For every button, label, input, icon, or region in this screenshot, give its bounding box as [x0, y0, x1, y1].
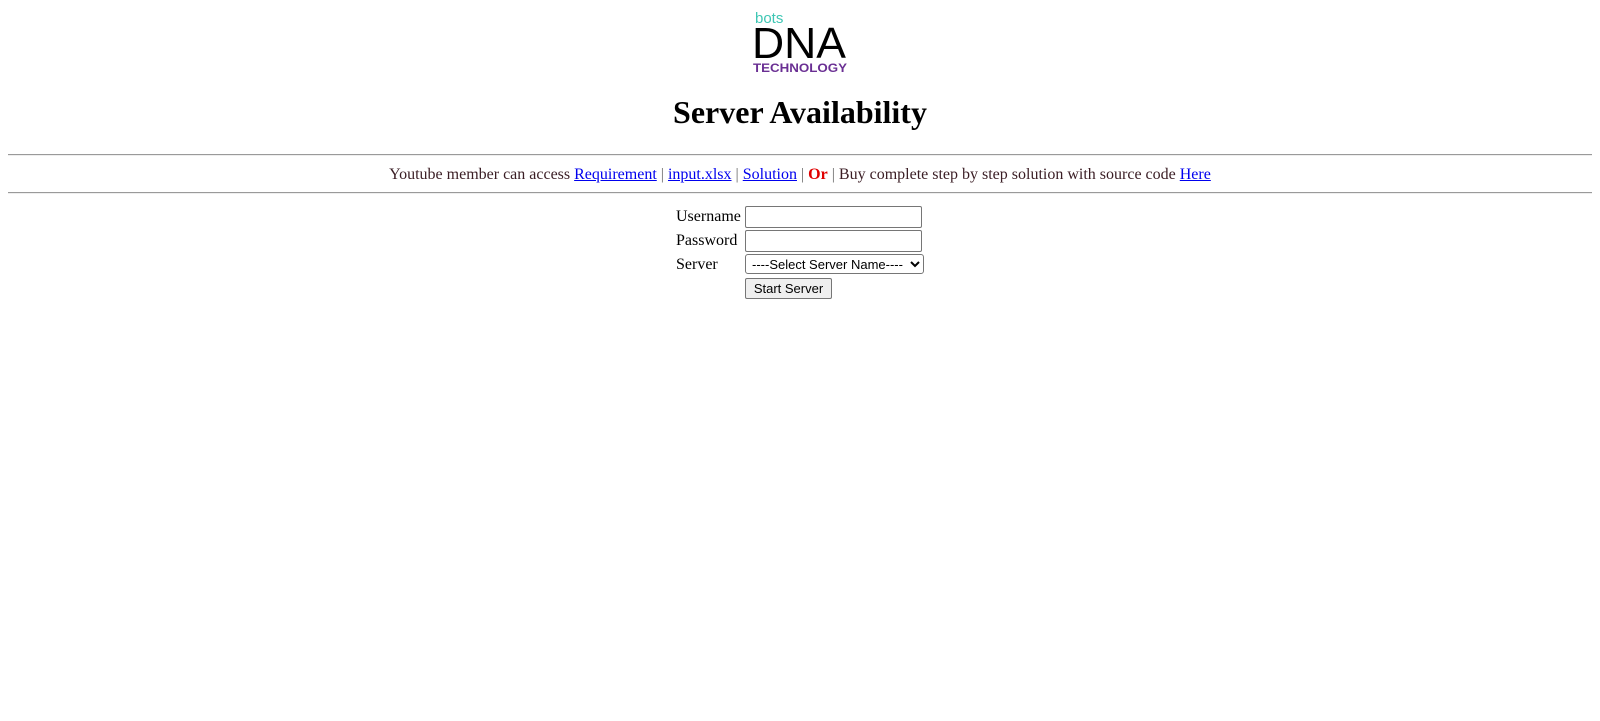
solution-link[interactable]: Solution	[743, 166, 797, 183]
username-input[interactable]	[745, 206, 922, 228]
page-title: Server Availability	[673, 94, 927, 130]
server-select[interactable]: ----Select Server Name----	[745, 254, 924, 274]
requirement-link[interactable]: Requirement	[574, 166, 657, 183]
logo-bottom-text: TECHNOLOGY	[753, 61, 847, 74]
separator: |	[660, 166, 664, 183]
password-input[interactable]	[745, 230, 922, 252]
logo: bots DNA TECHNOLOGY	[752, 8, 852, 74]
buy-text: Buy complete step by step solution with …	[838, 166, 1176, 183]
server-label: Server	[676, 256, 718, 273]
or-label: Or	[808, 166, 828, 183]
input-xlsx-link[interactable]: input.xlsx	[668, 166, 732, 183]
separator: |	[735, 166, 739, 183]
separator: |	[800, 166, 805, 183]
username-label: Username	[676, 208, 741, 225]
here-link[interactable]: Here	[1180, 166, 1211, 183]
start-server-button[interactable]: Start Server	[745, 278, 832, 299]
password-label: Password	[676, 232, 738, 249]
member-notice: Youtube member can access Requirement | …	[0, 164, 1600, 186]
separator: |	[831, 166, 835, 183]
top-divider	[8, 154, 1592, 156]
bottom-divider	[8, 192, 1592, 194]
notice-prefix: Youtube member can access	[389, 166, 571, 183]
bots-dna-logo: bots DNA TECHNOLOGY	[752, 10, 847, 74]
